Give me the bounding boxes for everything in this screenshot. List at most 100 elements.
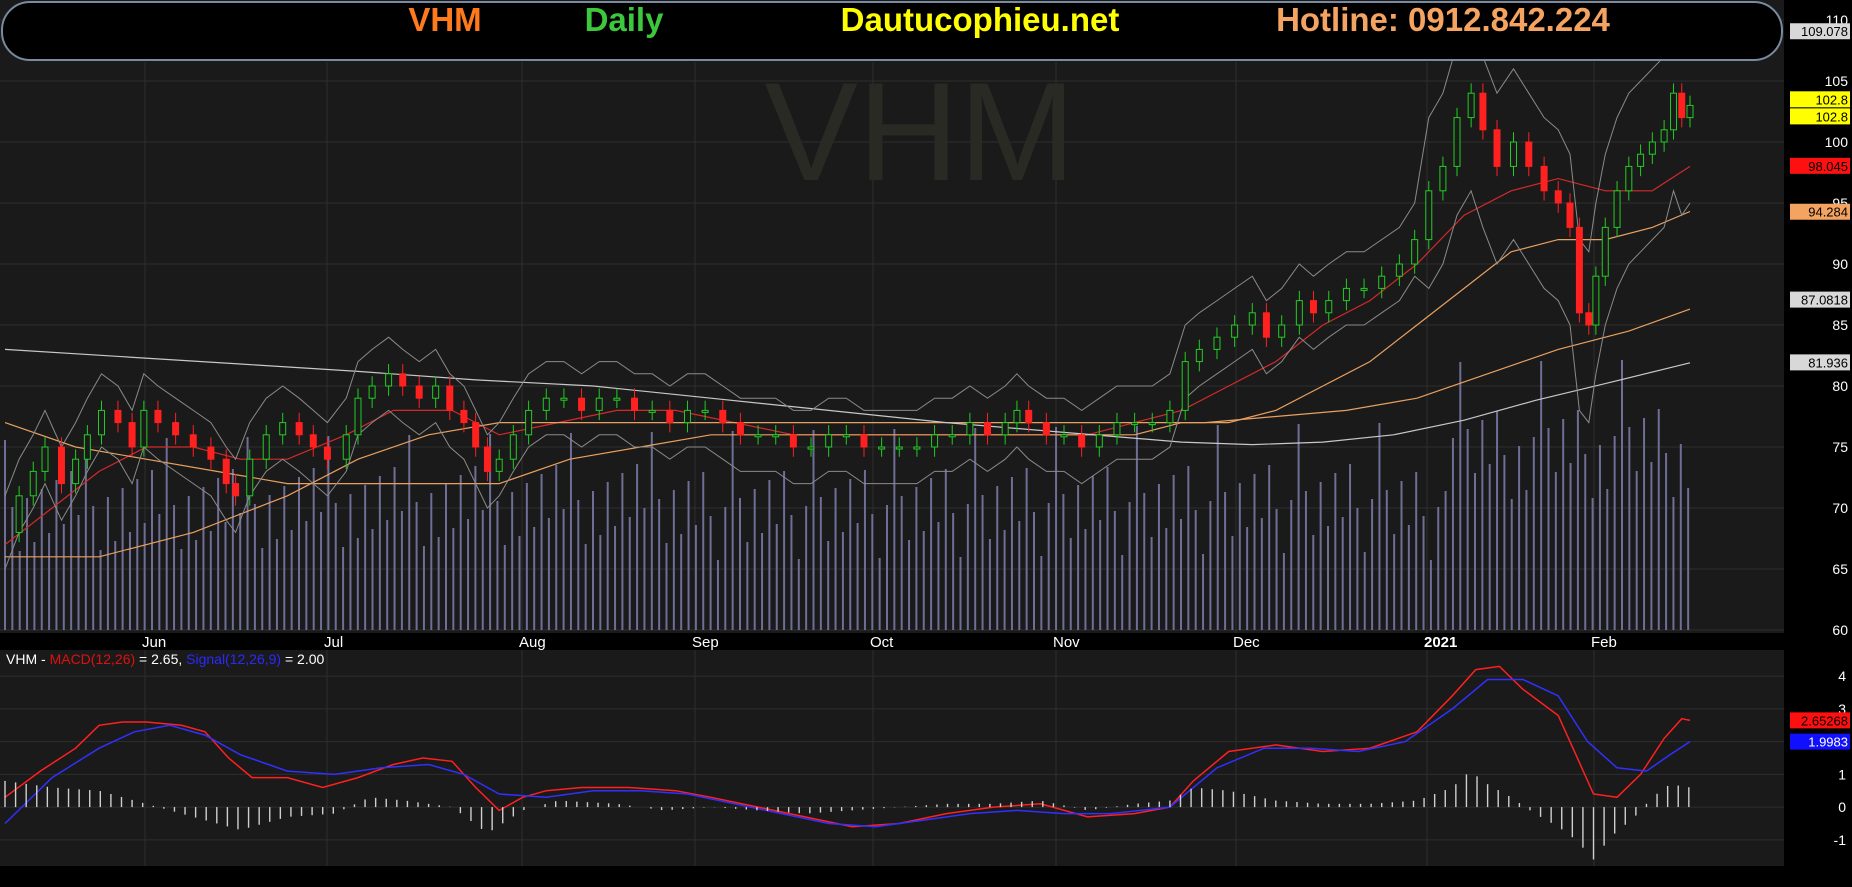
candle-up: [683, 409, 691, 424]
header-site: Dautucophieu.net: [841, 1, 1120, 38]
candle-up: [895, 446, 903, 450]
candle-down: [1309, 300, 1317, 314]
signal-legend-value: = 2.00: [281, 651, 324, 667]
y-tick-label: 90: [1832, 256, 1848, 272]
x-tick-label: Jun: [142, 634, 166, 651]
candle-up: [1213, 336, 1221, 350]
price-tag: 94.284: [1808, 205, 1848, 220]
price-tag: 81.936: [1808, 355, 1848, 370]
candle-up: [1625, 165, 1633, 192]
candle-down: [1493, 129, 1501, 167]
candle-up: [1248, 312, 1256, 326]
candle-up: [1325, 300, 1333, 314]
macd-legend: VHM - MACD(12,26) = 2.65, Signal(12,26,9…: [6, 651, 325, 667]
candle-up: [1592, 275, 1600, 326]
candle-up: [807, 446, 815, 450]
candle-up: [41, 446, 49, 472]
y-tick-label: 100: [1825, 134, 1849, 150]
header-symbol: VHM: [408, 1, 481, 38]
candle-up: [368, 385, 376, 399]
candle-down: [460, 409, 468, 424]
candle-up: [1378, 275, 1386, 289]
candle-up: [613, 397, 621, 401]
header-interval: Daily: [585, 1, 665, 38]
candle-down: [1262, 312, 1270, 338]
candle-up: [1648, 141, 1656, 155]
candle-down: [189, 434, 197, 448]
candle-down: [446, 385, 454, 411]
candle-down: [114, 409, 122, 424]
candle-up: [1113, 422, 1121, 436]
macd-tick-label: 1: [1838, 766, 1846, 782]
macd-tick-label: 4: [1838, 668, 1846, 684]
macd-legend-value: = 2.65,: [135, 651, 186, 667]
candle-up: [1166, 409, 1174, 424]
candle-up: [1686, 104, 1694, 119]
macd-legend-label: MACD(12,26): [50, 651, 136, 667]
candle-up: [1060, 434, 1068, 438]
candle-up: [1670, 92, 1678, 131]
candle-down: [736, 422, 744, 436]
candle-down: [666, 409, 674, 424]
candle-down: [860, 434, 868, 448]
candle-down: [207, 446, 215, 460]
candle-up: [878, 446, 886, 450]
x-tick-label: Aug: [519, 634, 546, 651]
macd-tag: 2.65268: [1801, 713, 1848, 728]
candle-up: [948, 434, 956, 438]
price-tag: 102.8: [1815, 92, 1848, 107]
candle-down: [222, 458, 230, 485]
candle-down: [1566, 202, 1574, 228]
candle-up: [525, 409, 533, 436]
price-tag: 98.045: [1808, 159, 1848, 174]
candle-down: [1078, 434, 1086, 448]
candle-down: [631, 397, 639, 411]
signal-legend-label: Signal(12,26,9): [186, 651, 281, 667]
candle-down: [172, 422, 180, 436]
candle-up: [279, 422, 287, 436]
candle-up: [1295, 300, 1303, 326]
candle-up: [1425, 190, 1433, 241]
candle-down: [472, 422, 480, 448]
candle-down: [1540, 165, 1548, 192]
price-tag: 102.8: [1815, 109, 1848, 124]
candle-up: [1453, 117, 1461, 167]
candle-up: [701, 409, 709, 413]
candle-up: [1195, 348, 1203, 363]
y-tick-label: 65: [1832, 561, 1848, 577]
candle-down: [1525, 141, 1533, 167]
candle-up: [97, 409, 105, 436]
x-tick-label: Feb: [1591, 634, 1617, 651]
candle-up: [1395, 263, 1403, 277]
candle-down: [128, 422, 136, 448]
candle-down: [1025, 409, 1033, 424]
candle-up: [595, 397, 603, 411]
candle-up: [140, 409, 148, 448]
candle-down: [1479, 92, 1487, 131]
candle-up: [385, 373, 393, 387]
candle-down: [323, 446, 331, 460]
x-tick-label: Sep: [692, 634, 719, 651]
candle-down: [415, 385, 423, 399]
macd-tick-label: -1: [1834, 832, 1847, 848]
y-tick-label: 85: [1832, 317, 1848, 333]
candle-up: [432, 385, 440, 399]
candle-up: [1509, 141, 1517, 167]
candle-up: [1601, 226, 1609, 277]
candle-down: [719, 409, 727, 424]
candle-up: [29, 470, 37, 497]
candle-up: [754, 434, 762, 438]
y-tick-label: 80: [1832, 378, 1848, 394]
candle-down: [1678, 92, 1686, 119]
candle-up: [1467, 92, 1475, 119]
candle-up: [542, 397, 550, 411]
candle-down: [789, 434, 797, 448]
candle-up: [83, 434, 91, 460]
candle-up: [1342, 287, 1350, 302]
candle-up: [913, 446, 921, 450]
y-tick-label: 75: [1832, 439, 1848, 455]
y-tick-label: 105: [1825, 73, 1849, 89]
x-tick-label: Dec: [1233, 634, 1260, 651]
candle-down: [399, 373, 407, 387]
candle-up: [246, 458, 254, 497]
